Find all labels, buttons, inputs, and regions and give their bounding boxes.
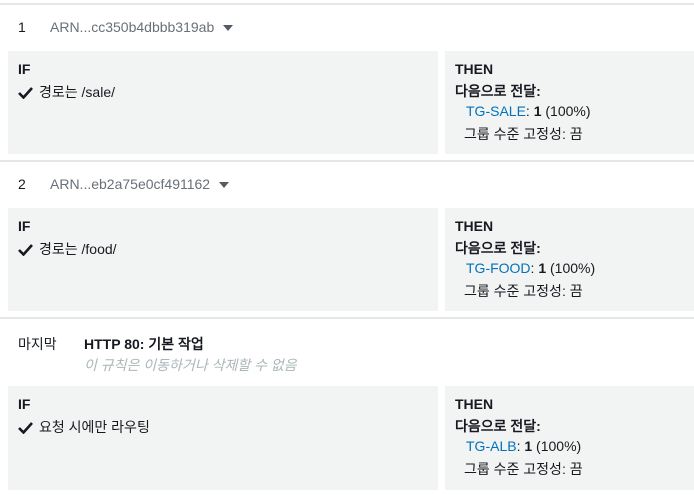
default-rule-label: 마지막 <box>18 336 57 352</box>
target-weight: 1 <box>538 260 547 276</box>
forward-label: 다음으로 전달: <box>455 240 541 256</box>
rule-divider <box>0 317 694 319</box>
rule-arn-text: ARN...eb2a75e0cf491162 <box>50 176 211 192</box>
rule-arn[interactable]: ARN...cc350b4dbbb319ab <box>50 19 234 35</box>
target-group-line: TG-ALB: 1 (100%) <box>466 438 582 454</box>
stickiness: 그룹 수준 고정성: 끔 <box>464 283 583 299</box>
stickiness: 그룹 수준 고정성: 끔 <box>464 461 583 477</box>
rule-arn-text: ARN...cc350b4dbbb319ab <box>50 19 215 35</box>
target-weight: 1 <box>533 103 542 119</box>
rule-1-then-panel: THEN 다음으로 전달: TG-SALE: 1 (100%) 그룹 수준 고정… <box>445 51 694 154</box>
checkmark-icon <box>18 86 33 99</box>
target-weight: 1 <box>524 438 533 454</box>
target-group-line: TG-SALE: 1 (100%) <box>466 103 591 119</box>
rule-number: 1 <box>18 19 26 35</box>
then-title: THEN <box>455 61 494 77</box>
condition-text: 경로는 /sale/ <box>39 84 115 100</box>
then-title: THEN <box>455 218 494 234</box>
rule-2-if-panel: IF 경로는 /food/ <box>8 208 438 311</box>
checkmark-icon <box>18 421 33 434</box>
rule-number: 2 <box>18 176 26 192</box>
condition: 요청 시에만 라우팅 <box>18 417 150 437</box>
condition: 경로는 /sale/ <box>18 82 115 102</box>
rule-1-header: 1 ARN...cc350b4dbbb319ab <box>0 5 694 45</box>
default-rule-title: HTTP 80: 기본 작업 <box>84 336 204 352</box>
target-group-line: TG-FOOD: 1 (100%) <box>466 260 596 276</box>
rule-1-if-panel: IF 경로는 /sale/ <box>8 51 438 154</box>
target-percent: (100%) <box>545 103 591 119</box>
rule-2-then-panel: THEN 다음으로 전달: TG-FOOD: 1 (100%) 그룹 수준 고정… <box>445 208 694 311</box>
target-group-link[interactable]: TG-SALE <box>466 103 526 119</box>
default-if-panel: IF 요청 시에만 라우팅 <box>8 386 438 490</box>
if-title: IF <box>18 396 31 412</box>
stickiness: 그룹 수준 고정성: 끔 <box>464 126 583 142</box>
condition-text: 경로는 /food/ <box>39 241 117 257</box>
condition-text: 요청 시에만 라우팅 <box>39 419 150 435</box>
if-title: IF <box>18 218 31 234</box>
rule-2-header: 2 ARN...eb2a75e0cf491162 <box>0 162 694 202</box>
forward-label: 다음으로 전달: <box>455 418 541 434</box>
forward-label: 다음으로 전달: <box>455 83 541 99</box>
if-title: IF <box>18 61 31 77</box>
caret-down-icon[interactable] <box>219 181 230 188</box>
rule-arn[interactable]: ARN...eb2a75e0cf491162 <box>50 176 230 192</box>
caret-down-icon[interactable] <box>223 24 234 31</box>
target-percent: (100%) <box>536 438 582 454</box>
condition: 경로는 /food/ <box>18 239 117 259</box>
default-then-panel: THEN 다음으로 전달: TG-ALB: 1 (100%) 그룹 수준 고정성… <box>445 386 694 490</box>
target-group-link[interactable]: TG-FOOD <box>466 260 531 276</box>
target-percent: (100%) <box>550 260 596 276</box>
default-rule-note: 이 규칙은 이동하거나 삭제할 수 없음 <box>84 357 297 373</box>
target-group-link[interactable]: TG-ALB <box>466 438 517 454</box>
then-title: THEN <box>455 396 494 412</box>
checkmark-icon <box>18 243 33 256</box>
